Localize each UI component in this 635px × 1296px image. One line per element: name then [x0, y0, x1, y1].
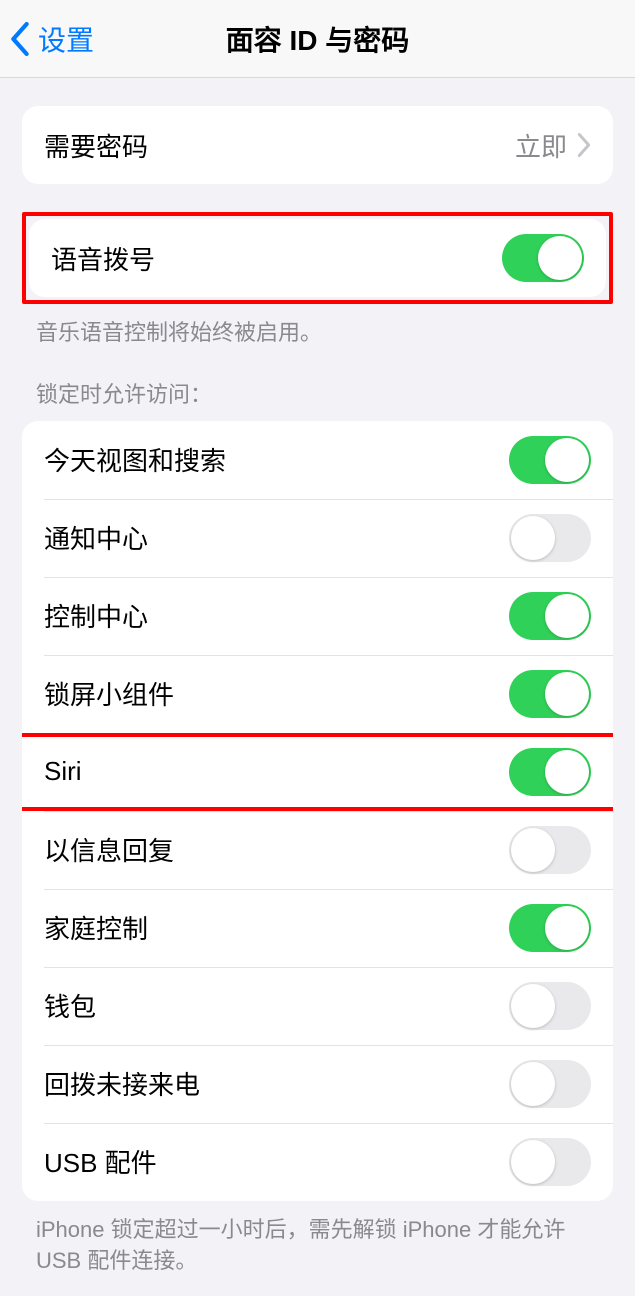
require-passcode-value-wrap: 立即: [515, 127, 591, 164]
home-control-toggle[interactable]: [509, 904, 591, 952]
notification-center-toggle[interactable]: [509, 514, 591, 562]
chevron-right-icon: [577, 132, 591, 158]
wallet-toggle[interactable]: [509, 982, 591, 1030]
lock-access-footer: iPhone 锁定超过一小时后，需先解锁 iPhone 才能允许 USB 配件连…: [0, 1201, 635, 1277]
voice-dial-label: 语音拨号: [51, 240, 155, 277]
wallet-toggle-row: 钱包: [22, 967, 613, 1045]
return-calls-toggle-row: 回拨未接来电: [22, 1045, 613, 1123]
siri-toggle-row: Siri: [22, 733, 613, 811]
siri-toggle[interactable]: [509, 748, 591, 796]
chevron-left-icon: [10, 22, 30, 56]
voice-dial-footer: 音乐语音控制将始终被启用。: [0, 304, 635, 349]
return-calls-toggle-label: 回拨未接来电: [44, 1065, 200, 1102]
siri-toggle-label: Siri: [44, 756, 82, 787]
content: 需要密码 立即 语音拨号 音乐语音控制将始终被启用。 锁定时允许访问： 今天视图…: [0, 106, 635, 1296]
control-center-toggle-label: 控制中心: [44, 597, 148, 634]
voice-dial-row: 语音拨号: [29, 219, 606, 297]
notification-center-toggle-label: 通知中心: [44, 519, 148, 556]
notification-center-toggle-row: 通知中心: [22, 499, 613, 577]
lockscreen-widgets-toggle[interactable]: [509, 670, 591, 718]
navbar: 设置 面容 ID 与密码: [0, 0, 635, 78]
control-center-toggle-row: 控制中心: [22, 577, 613, 655]
usb-accessories-toggle-label: USB 配件: [44, 1143, 157, 1180]
back-button[interactable]: 设置: [0, 19, 94, 59]
home-control-toggle-row: 家庭控制: [22, 889, 613, 967]
return-calls-toggle[interactable]: [509, 1060, 591, 1108]
usb-accessories-toggle-row: USB 配件: [22, 1123, 613, 1201]
usb-accessories-toggle[interactable]: [509, 1138, 591, 1186]
reply-message-toggle-row: 以信息回复: [22, 811, 613, 889]
require-passcode-row[interactable]: 需要密码 立即: [22, 106, 613, 184]
lockscreen-widgets-toggle-row: 锁屏小组件: [22, 655, 613, 733]
wallet-toggle-label: 钱包: [44, 987, 96, 1024]
passcode-group: 需要密码 立即: [22, 106, 613, 184]
require-passcode-value: 立即: [515, 127, 567, 164]
require-passcode-label: 需要密码: [44, 127, 148, 164]
lock-access-header: 锁定时允许访问：: [0, 349, 635, 415]
today-view-toggle-row: 今天视图和搜索: [22, 421, 613, 499]
lockscreen-widgets-toggle-label: 锁屏小组件: [44, 675, 174, 712]
back-label: 设置: [38, 19, 94, 59]
control-center-toggle[interactable]: [509, 592, 591, 640]
voice-dial-highlight: 语音拨号: [22, 212, 613, 304]
voice-dial-group: 语音拨号: [29, 219, 606, 297]
today-view-toggle[interactable]: [509, 436, 591, 484]
page-title: 面容 ID 与密码: [0, 19, 635, 59]
voice-dial-toggle[interactable]: [502, 234, 584, 282]
today-view-toggle-label: 今天视图和搜索: [44, 441, 226, 478]
reply-message-toggle[interactable]: [509, 826, 591, 874]
reply-message-toggle-label: 以信息回复: [44, 831, 174, 868]
home-control-toggle-label: 家庭控制: [44, 909, 148, 946]
lock-access-group: 今天视图和搜索通知中心控制中心锁屏小组件 Siri 以信息回复家庭控制钱包回拨未接来…: [22, 421, 613, 1201]
